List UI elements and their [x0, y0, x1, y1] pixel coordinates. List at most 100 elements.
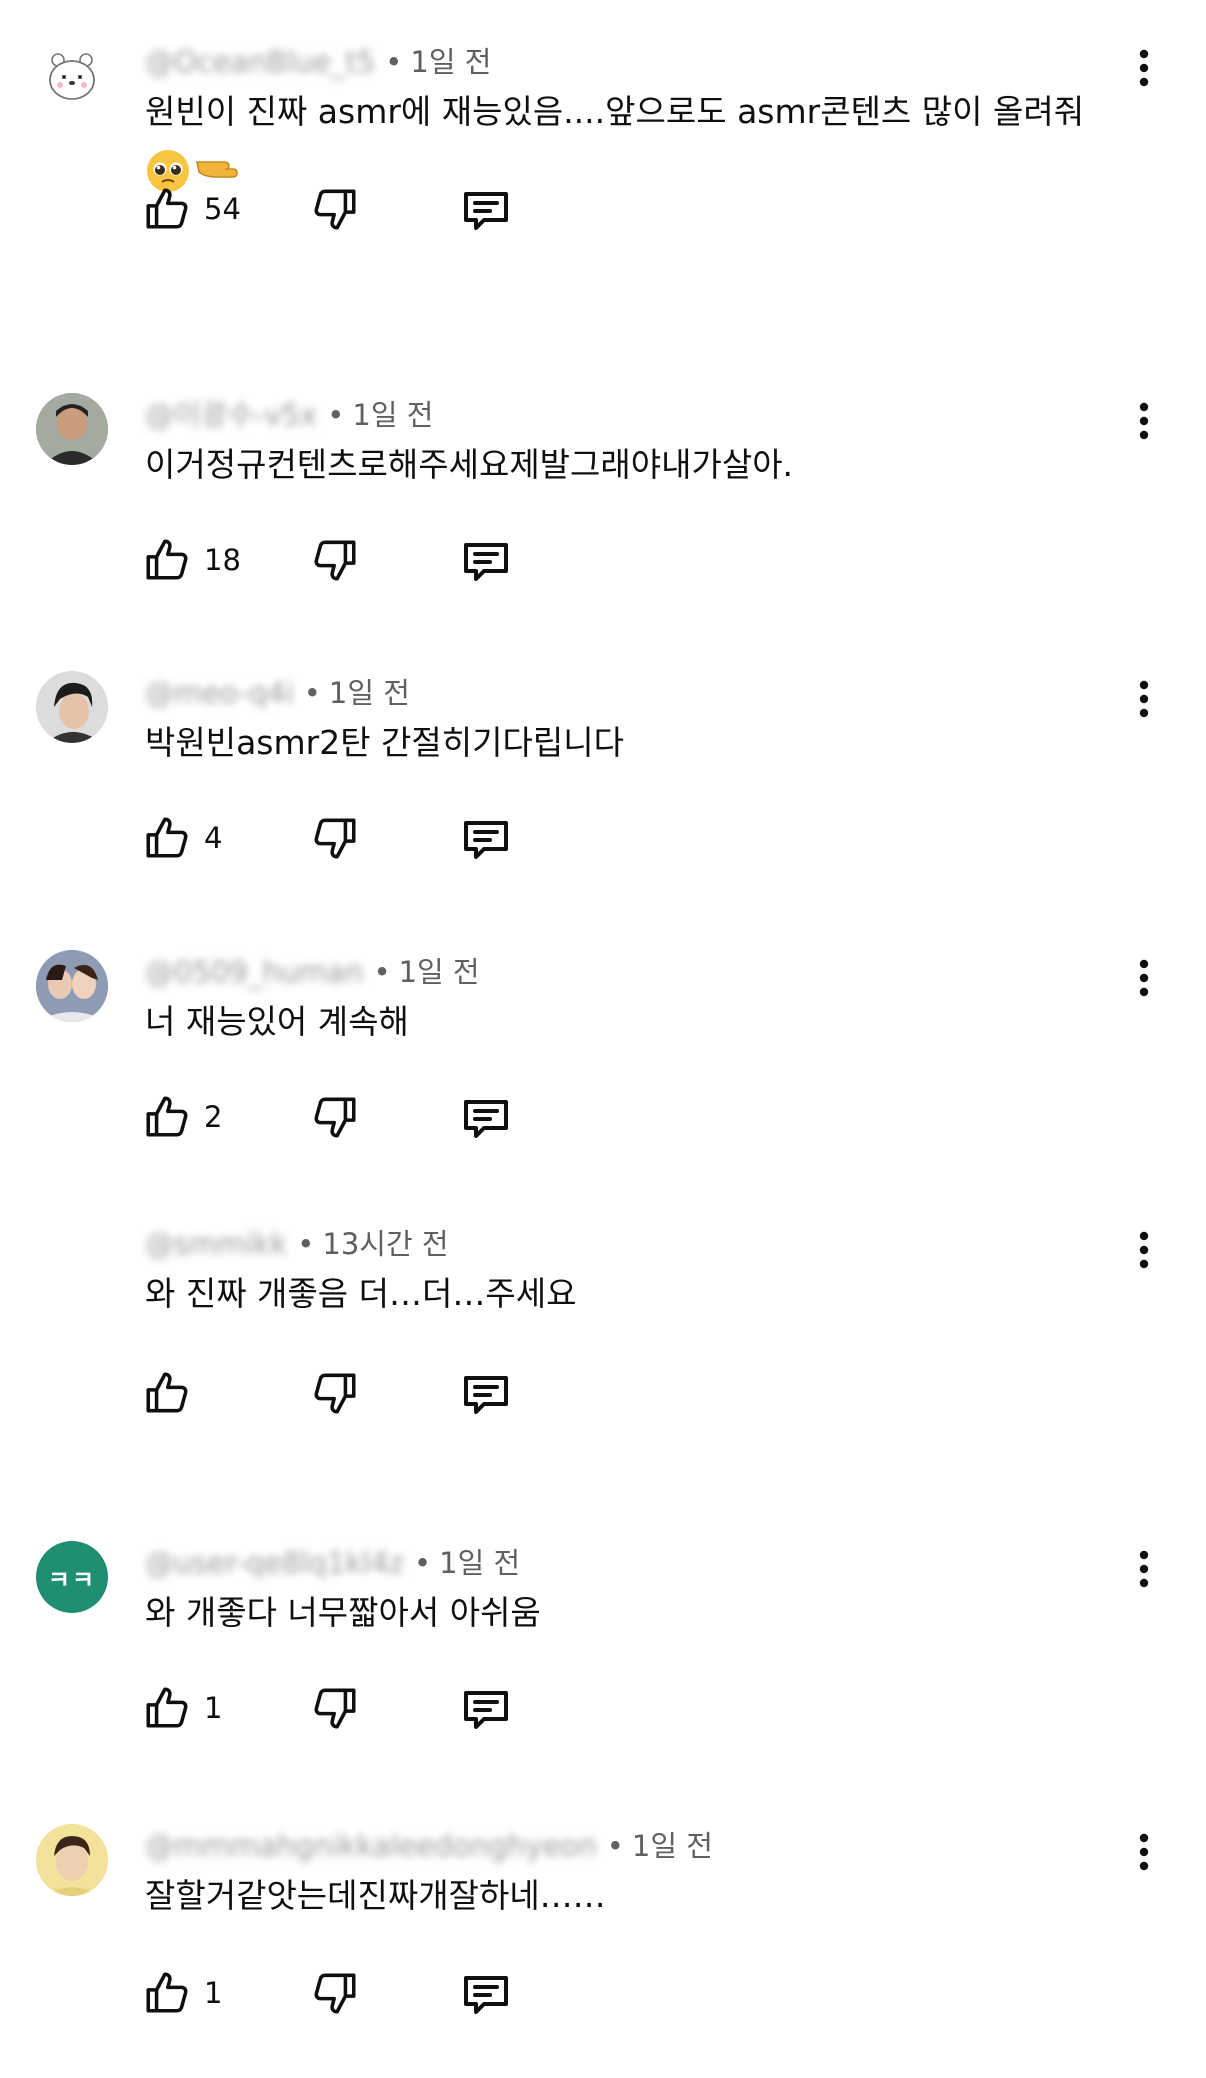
avatar[interactable] — [36, 671, 108, 743]
timestamp[interactable]: 1일 전 — [439, 1545, 520, 1581]
dislike-button[interactable] — [310, 1968, 360, 2022]
dislike-button[interactable] — [310, 184, 360, 238]
thumb-down-icon — [314, 1973, 356, 2014]
more-options-button[interactable] — [1124, 675, 1164, 723]
comment-text: 박원빈asmr2탄 간절히기다립니다 — [145, 723, 624, 762]
reply-icon — [464, 1376, 508, 1414]
comment-actions: 18 — [0, 535, 1206, 591]
thumb-down-icon — [314, 818, 356, 859]
reply-button[interactable] — [460, 537, 512, 591]
like-button[interactable]: 1 — [142, 1683, 222, 1733]
thumb-up-icon — [146, 188, 188, 229]
more-vert-icon — [1139, 1231, 1149, 1269]
thumb-down-icon — [314, 189, 356, 230]
reply-button[interactable] — [460, 815, 512, 869]
thumb-up-icon — [146, 1972, 188, 2013]
comment-item: @smmikk • 13시간 전 와 진짜 개좋음 더…더…주세요 — [0, 1222, 1206, 1462]
comment-meta: @이광수-v5x • 1일 전 — [145, 397, 433, 433]
separator-dot: • — [606, 1829, 624, 1863]
author-handle[interactable]: @이광수-v5x — [145, 397, 317, 433]
comment-meta: @mmmahgnikkaleedonghyeon • 1일 전 — [145, 1828, 713, 1864]
thumb-down-icon — [314, 540, 356, 581]
like-count: 1 — [204, 1976, 223, 2010]
avatar[interactable]: ㅋㅋ — [36, 1541, 108, 1613]
like-button[interactable]: 4 — [142, 813, 222, 863]
reply-button[interactable] — [460, 1370, 512, 1424]
author-handle[interactable]: @meo-q4i — [145, 675, 294, 711]
thumb-up-icon — [146, 1372, 188, 1413]
reply-icon — [464, 1976, 508, 2014]
author-handle[interactable]: @mmmahgnikkaleedonghyeon — [145, 1828, 597, 1864]
more-options-button[interactable] — [1124, 954, 1164, 1002]
comment-actions: 1 — [0, 1683, 1206, 1739]
profile-photo-icon — [36, 1824, 108, 1896]
comment-text: 너 재능있어 계속해 — [145, 1002, 409, 1041]
author-handle[interactable]: @smmikk — [145, 1226, 287, 1262]
dislike-button[interactable] — [310, 535, 360, 589]
more-options-button[interactable] — [1124, 44, 1164, 92]
avatar[interactable] — [36, 1824, 108, 1896]
more-options-button[interactable] — [1124, 1226, 1164, 1274]
dislike-button[interactable] — [310, 813, 360, 867]
like-button[interactable]: 18 — [142, 535, 241, 585]
comment-meta: @0509_human • 1일 전 — [145, 954, 480, 990]
reply-button[interactable] — [460, 1970, 512, 2024]
dislike-button[interactable] — [310, 1368, 360, 1422]
author-handle[interactable]: @user-qe8lq1kl4z — [145, 1545, 404, 1581]
dislike-button[interactable] — [310, 1683, 360, 1737]
thumb-up-icon — [146, 539, 188, 580]
reply-icon — [464, 1100, 508, 1138]
author-handle[interactable]: @0509_human — [145, 954, 363, 990]
like-count: 54 — [204, 192, 241, 226]
comment-meta: @OceanBlue_t5 • 1일 전 — [145, 44, 491, 80]
thumb-up-icon — [146, 1687, 188, 1728]
avatar[interactable] — [36, 393, 108, 465]
more-vert-icon — [1139, 680, 1149, 718]
timestamp[interactable]: 1일 전 — [410, 44, 491, 80]
more-vert-icon — [1139, 402, 1149, 440]
comment-item: ㅋㅋ @user-qe8lq1kl4z • 1일 전 와 개좋다 너무짧아서 아… — [0, 1541, 1206, 1761]
comment-item: @0509_human • 1일 전 너 재능있어 계속해 2 — [0, 950, 1206, 1170]
like-button[interactable]: 54 — [142, 184, 241, 234]
separator-dot: • — [297, 1227, 315, 1261]
like-count: 18 — [204, 543, 241, 577]
reply-button[interactable] — [460, 186, 512, 240]
comment-actions: 2 — [0, 1092, 1206, 1148]
timestamp[interactable]: 13시간 전 — [322, 1226, 448, 1262]
author-handle[interactable]: @OceanBlue_t5 — [145, 44, 375, 80]
reply-button[interactable] — [460, 1094, 512, 1148]
comment-item: @meo-q4i • 1일 전 박원빈asmr2탄 간절히기다립니다 4 — [0, 671, 1206, 891]
comment-actions: 54 — [0, 184, 1206, 240]
timestamp[interactable]: 1일 전 — [399, 954, 480, 990]
more-options-button[interactable] — [1124, 1828, 1164, 1876]
more-options-button[interactable] — [1124, 1545, 1164, 1593]
comment-meta: @meo-q4i • 1일 전 — [145, 675, 410, 711]
more-vert-icon — [1139, 959, 1149, 997]
timestamp[interactable]: 1일 전 — [632, 1828, 713, 1864]
avatar[interactable] — [36, 950, 108, 1022]
dislike-button[interactable] — [310, 1092, 360, 1146]
like-count: 1 — [204, 1691, 223, 1725]
comment-item: @OceanBlue_t5 • 1일 전 원빈이 진짜 asmr에 재능있음..… — [0, 40, 1206, 300]
separator-dot: • — [373, 955, 391, 989]
separator-dot: • — [385, 45, 403, 79]
comment-item: @이광수-v5x • 1일 전 이거정규컨텐츠로해주세요제발그래야내가살아. 1… — [0, 393, 1206, 613]
comment-text: 이거정규컨텐츠로해주세요제발그래야내가살아. — [145, 445, 794, 484]
thumb-down-icon — [314, 1097, 356, 1138]
comment-text: 와 진짜 개좋음 더…더…주세요 — [145, 1274, 577, 1313]
comment-text: 와 개좋다 너무짧아서 아쉬움 — [145, 1593, 541, 1632]
reply-icon — [464, 821, 508, 859]
like-button[interactable]: 1 — [142, 1968, 222, 2018]
comment-text: 잘할거같앗는데진짜개잘하네…… — [145, 1876, 606, 1915]
reply-button[interactable] — [460, 1685, 512, 1739]
timestamp[interactable]: 1일 전 — [352, 397, 433, 433]
more-options-button[interactable] — [1124, 397, 1164, 445]
like-count: 4 — [204, 821, 223, 855]
reply-icon — [464, 543, 508, 581]
avatar[interactable] — [36, 40, 108, 112]
thumb-up-icon — [146, 817, 188, 858]
reply-icon — [464, 1691, 508, 1729]
like-button[interactable]: 2 — [142, 1092, 222, 1142]
like-button[interactable] — [142, 1368, 204, 1418]
timestamp[interactable]: 1일 전 — [329, 675, 410, 711]
